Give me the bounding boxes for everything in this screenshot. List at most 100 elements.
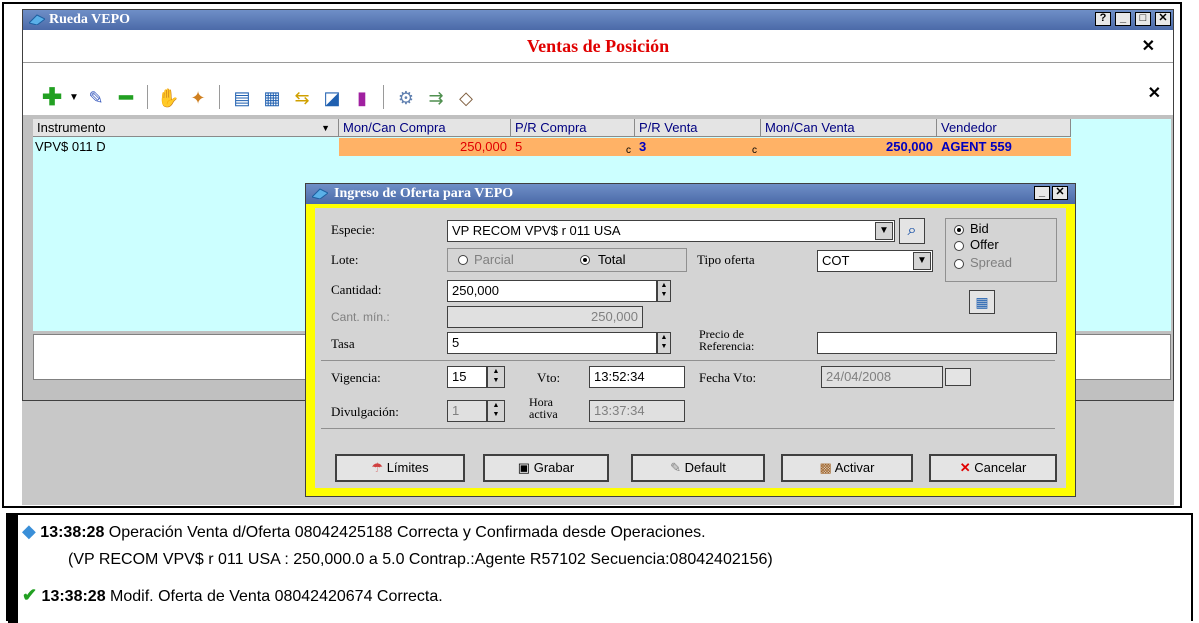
table-icon[interactable]: ▤ [231,87,253,109]
toolbar-separator [147,85,148,109]
cantidad-label: Cantidad: [331,282,382,297]
save-icon: ▣ [517,460,531,475]
cell-instrumento: VPV$ 011 D [35,139,106,154]
tipo-oferta-label: Tipo oferta [697,252,755,267]
chevron-down-icon[interactable]: ▼ [913,252,931,270]
especie-label: Especie: [331,222,376,237]
dialog-minimize-button[interactable]: _ [1034,186,1050,200]
lote-total-label: Total [598,252,626,267]
cell-pr-venta: 3 c [635,138,761,156]
cant-min-label: Cant. mín.: [331,310,390,324]
diamond-icon: ◆ [22,521,36,541]
close-heading-icon[interactable]: ✕ [1142,36,1155,56]
especie-select[interactable]: VP RECOM VPV$ r 011 USA ▼ [447,220,895,242]
default-button[interactable]: ✎ Default [631,454,765,482]
page-title: Ventas de Posición [526,36,670,56]
toolbar-separator [219,85,220,109]
divulgacion-stepper[interactable]: ▲ ▼ [487,400,505,422]
cantidad-stepper[interactable]: ▲ ▼ [657,280,671,302]
toolbar-separator [383,85,384,109]
side-radio-group: Bid Offer Spread [945,218,1057,282]
tasa-stepper[interactable]: ▲ ▼ [657,332,671,354]
vigencia-input[interactable]: 15 [447,366,487,388]
message-item: ✔ 13:38:28 Modif. Oferta de Venta 080424… [22,585,443,605]
heading-bar: Ventas de Posición ✕ [23,30,1173,63]
column-filter-icon[interactable]: ▼ [321,119,330,137]
chevron-down-icon[interactable]: ▼ [875,222,893,240]
cell-pr-compra: 5 c [511,138,635,156]
column-header-instrumento[interactable]: Instrumento ▼ [33,119,339,137]
vigencia-label: Vigencia: [331,370,381,385]
cantidad-input[interactable]: 250,000 [447,280,657,302]
maximize-button[interactable]: □ [1135,12,1151,26]
vto-label: Vto: [537,370,561,385]
divulgacion-input[interactable]: 1 [447,400,487,422]
spread-label: Spread [970,255,1012,270]
column-header-mon-can-compra[interactable]: Mon/Can Compra [339,119,511,137]
column-header-pr-venta[interactable]: P/R Venta [635,119,761,137]
cell-mon-can-venta: 250,000 [761,138,937,156]
cant-min-input[interactable]: 250,000 [447,306,643,328]
dropdown-arrow-icon[interactable]: ▼ [63,87,85,109]
close-toolbar-icon[interactable]: ✕ [1148,83,1161,103]
bid-radio[interactable] [954,225,964,235]
tasa-label: Tasa [331,336,355,351]
grid-icon[interactable]: ▦ [261,87,283,109]
limites-button[interactable]: ☂ Límites [335,454,465,482]
arrows-icon[interactable]: ⇆ [291,87,313,109]
divider [321,428,1055,429]
offer-label: Offer [970,237,999,252]
spread-radio[interactable] [954,259,964,269]
grabar-button[interactable]: ▣ Grabar [483,454,609,482]
messages-panel: ◆ 13:38:28 Operación Venta d/Oferta 0804… [6,513,1193,623]
app-icon [311,187,329,200]
date-picker-button[interactable] [945,368,971,386]
lote-label: Lote: [331,252,359,267]
title-bar[interactable]: Rueda VEPO ? _ □ ✕ [23,10,1173,30]
offer-radio[interactable] [954,241,964,251]
activar-button[interactable]: ▩ Activar [781,454,913,482]
vigencia-stepper[interactable]: ▲ ▼ [487,366,505,388]
lote-total-radio[interactable] [580,255,590,265]
toolbar: ✕ ✚ ▼ ✎ ━ ✋ ✦ ▤ ▦ ⇆ ◪ ▮ ⚙ ⇉ ◇ [23,63,1173,115]
precio-referencia-input[interactable] [817,332,1057,354]
vto-input[interactable]: 13:52:34 [589,366,685,388]
column-header-mon-can-venta[interactable]: Mon/Can Venta [761,119,937,137]
column-header-pr-compra[interactable]: P/R Compra [511,119,635,137]
cancel-x-icon: ✕ [959,460,971,475]
add-icon[interactable]: ✚ [41,86,63,110]
fecha-vto-label: Fecha Vto: [699,370,757,385]
dialog-title: Ingreso de Oferta para VEPO [334,186,514,201]
tipo-oferta-select[interactable]: COT ▼ [817,250,933,272]
close-button[interactable]: ✕ [1155,12,1171,26]
pencil-icon: ✎ [670,460,682,475]
umbrella-icon: ☂ [371,460,384,475]
transfer-icon[interactable]: ⇉ [425,87,447,109]
window-title: Rueda VEPO [49,12,131,27]
handshake-icon[interactable]: ✋ [157,87,179,109]
hora-activa-input[interactable]: 13:37:34 [589,400,685,422]
bid-label: Bid [970,221,989,236]
column-header-vendedor[interactable]: Vendedor [937,119,1071,137]
line-chart-icon[interactable]: ◪ [321,87,343,109]
minimize-button[interactable]: _ [1115,12,1131,26]
eraser-icon[interactable]: ◇ [455,87,477,109]
pencil-icon[interactable]: ✎ [85,87,107,109]
message-detail: (VP RECOM VPV$ r 011 USA : 250,000.0 a 5… [68,551,773,568]
lote-parcial-radio[interactable] [458,255,468,265]
app-icon [28,13,46,26]
fecha-vto-input[interactable]: 24/04/2008 [821,366,943,388]
cancelar-button[interactable]: ✕ Cancelar [929,454,1057,482]
search-icon[interactable]: ⌕ [899,218,925,244]
bar-chart-icon[interactable]: ▮ [351,87,373,109]
dialog-title-bar[interactable]: Ingreso de Oferta para VEPO _ ✕ [306,184,1075,204]
magic-wand-icon[interactable]: ✦ [187,87,209,109]
help-button[interactable]: ? [1095,12,1111,26]
gear-icon[interactable]: ⚙ [395,87,417,109]
tasa-input[interactable]: 5 [447,332,657,354]
remove-icon[interactable]: ━ [115,87,137,109]
lote-parcial-label: Parcial [474,252,514,267]
dialog-close-button[interactable]: ✕ [1052,186,1068,200]
table-row[interactable]: VPV$ 011 D 250,000 5 c 3 c 250,000 AGENT… [33,138,1071,156]
calculator-icon[interactable]: ▦ [969,290,995,314]
